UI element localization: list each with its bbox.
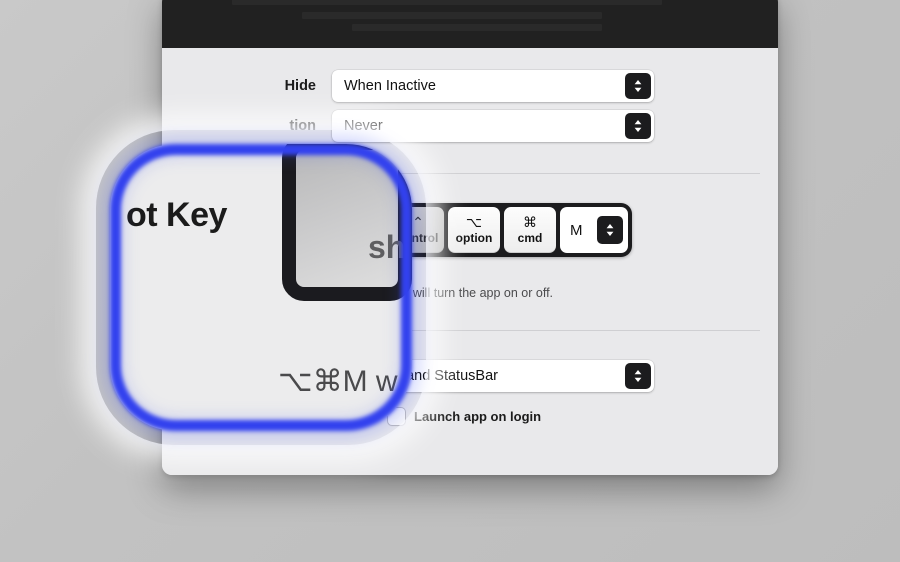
titlebar-faint-content-3 (352, 24, 602, 31)
hide-popup-button[interactable]: When Inactive (332, 70, 654, 102)
hotkey-letter-stepper-icon[interactable] (597, 216, 623, 244)
show-in-stepper-icon[interactable] (625, 363, 651, 389)
hotkey-letter-selector[interactable]: M (560, 207, 628, 253)
hide-label: Hide (284, 78, 316, 94)
app-settings-window: Hide When Inactive tion Never ot Key ⇧ s… (162, 0, 778, 475)
setting-row-show-in: tart Dock and StatusBar (162, 360, 654, 392)
launch-on-login-label: Launch app on login (414, 409, 542, 424)
show-in-label: tart (292, 368, 316, 384)
separator-2 (202, 330, 760, 331)
cmd-label: cmd (517, 231, 543, 245)
dock-window-icon (342, 368, 361, 384)
setting-row-animation: tion Never (162, 110, 654, 142)
setting-row-hide: Hide When Inactive (162, 70, 654, 102)
control-symbol-icon: ⌃ (412, 214, 424, 230)
hide-stepper-icon[interactable] (625, 73, 651, 99)
desktop-screenshot: Hide When Inactive tion Never ot Key ⇧ s… (0, 0, 900, 562)
separator-1 (202, 173, 760, 174)
hotkey-hint-text: M will turn the app on or off. (399, 286, 554, 300)
launch-on-login-row[interactable]: Launch app on login (388, 408, 541, 425)
animation-stepper-icon[interactable] (625, 113, 651, 139)
cmd-symbol-icon: ⌘ (523, 214, 537, 230)
titlebar-faint-content-1 (232, 0, 662, 5)
show-in-popup-button[interactable]: Dock and StatusBar (332, 360, 654, 392)
modifier-key-shift[interactable]: ⇧ shift (336, 207, 388, 253)
hide-value: When Inactive (344, 78, 436, 94)
launch-on-login-checkbox[interactable] (388, 408, 405, 425)
shift-label: shift (349, 231, 375, 245)
animation-label: tion (289, 118, 316, 134)
control-label: control (397, 231, 439, 245)
setting-row-hotkey: ot Key ⇧ shift ⌃ control ⌥ option ⌘ cmd … (162, 203, 632, 257)
option-symbol-icon: ⌥ (465, 214, 483, 230)
shift-symbol-icon: ⇧ (356, 214, 368, 230)
show-in-value: Dock and StatusBar (369, 368, 498, 384)
modifier-key-option[interactable]: ⌥ option (448, 207, 500, 253)
option-label: option (455, 231, 493, 245)
titlebar-faint-content-2 (302, 12, 602, 19)
hotkey-label: ot Key (271, 222, 316, 238)
settings-panel: Hide When Inactive tion Never ot Key ⇧ s… (162, 48, 778, 475)
modifier-key-cmd[interactable]: ⌘ cmd (504, 207, 556, 253)
hotkey-key-group[interactable]: ⇧ shift ⌃ control ⌥ option ⌘ cmd M (332, 203, 632, 257)
window-titlebar[interactable] (162, 0, 778, 49)
animation-popup-button[interactable]: Never (332, 110, 654, 142)
modifier-key-control[interactable]: ⌃ control (392, 207, 444, 253)
animation-value: Never (344, 118, 383, 134)
hotkey-letter-value: M (570, 221, 583, 239)
